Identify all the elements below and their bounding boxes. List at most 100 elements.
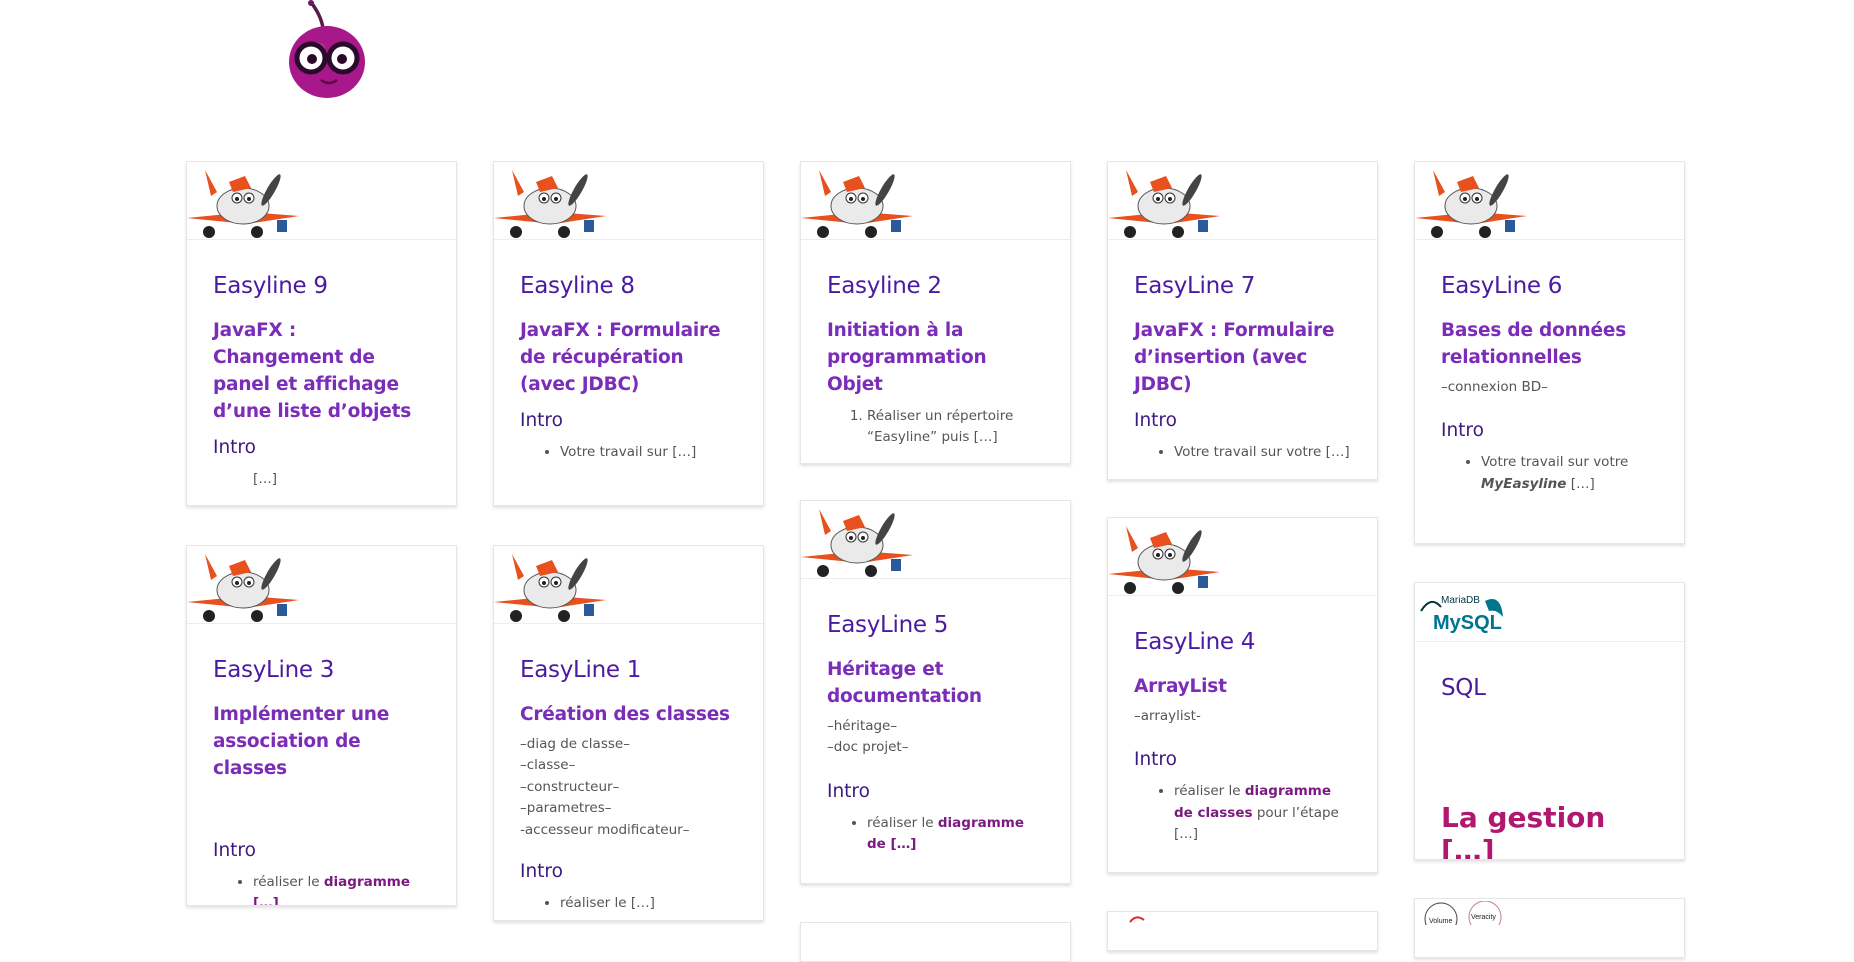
section-heading: Intro xyxy=(520,861,563,883)
post-subtitle[interactable]: JavaFX : Formulaire de récupération (ave… xyxy=(520,317,737,398)
post-subtitle[interactable]: Bases de données relationnelles xyxy=(1441,317,1658,371)
list-item: réaliser le diagramme de classes pour l’… xyxy=(1174,781,1351,846)
post-thumbnail[interactable]: MariaDB MySQL xyxy=(1415,583,1684,642)
post-card-partial[interactable] xyxy=(800,922,1071,962)
section-heading: Intro xyxy=(1441,420,1484,442)
list-item: réaliser le diagramme de […] xyxy=(867,813,1044,856)
excerpt-list: Réaliser un répertoire “Easyline” puis [… xyxy=(827,406,1044,449)
line: –parametres– xyxy=(520,800,612,817)
line: –héritage– xyxy=(827,717,898,734)
plane-mascot-icon xyxy=(1415,170,1527,238)
post-card-bigdata[interactable]: Volume Veracity xyxy=(1414,898,1685,958)
post-card-easyline-9[interactable]: Easyline 9 JavaFX : Changement de panel … xyxy=(186,161,457,506)
excerpt-list: Votre travail sur votre MyEasyline […] xyxy=(1441,452,1658,495)
post-thumbnail[interactable] xyxy=(187,546,456,624)
section-heading: Intro xyxy=(827,780,870,802)
plane-mascot-icon xyxy=(1108,526,1220,594)
list-item: Votre travail sur votre […] xyxy=(1174,442,1351,464)
excerpt-list: réaliser le diagramme […] xyxy=(213,872,430,905)
post-subtitle[interactable]: Création des classes xyxy=(520,701,737,728)
post-subtitle[interactable]: Implémenter une association de classes xyxy=(213,701,430,782)
excerpt-list: réaliser le diagramme de […] xyxy=(827,813,1044,856)
mariadb-logo-text: MariaDB xyxy=(1441,595,1480,606)
excerpt-list: réaliser le diagramme de classes pour l’… xyxy=(1134,781,1351,846)
line: –diag de classe– xyxy=(520,735,630,752)
java-logo-icon xyxy=(1129,916,1145,923)
section-heading: Intro xyxy=(1134,749,1177,771)
excerpt-list: Votre travail sur votre […] xyxy=(1134,442,1351,464)
section-heading: Intro xyxy=(520,409,563,431)
post-thumbnail[interactable] xyxy=(801,162,1070,240)
list-item-text: réaliser le xyxy=(1174,783,1245,800)
post-subtitle[interactable]: Héritage et documentation xyxy=(827,656,1044,710)
post-card-easyline-7[interactable]: EasyLine 7 JavaFX : Formulaire d’inserti… xyxy=(1107,161,1378,480)
diagram-label: Veracity xyxy=(1471,914,1496,921)
list-item-text: réaliser le xyxy=(253,873,324,890)
post-title[interactable]: SQL xyxy=(1441,675,1658,703)
post-lines: –héritage– –doc projet– xyxy=(827,716,1044,759)
post-thumbnail[interactable] xyxy=(1415,162,1684,240)
site-logo[interactable] xyxy=(285,0,369,100)
list-item-text: […] xyxy=(1566,475,1595,492)
plane-mascot-icon xyxy=(801,509,913,577)
plane-mascot-icon xyxy=(1108,170,1220,238)
post-card-easyline-5[interactable]: EasyLine 5 Héritage et documentation –hé… xyxy=(800,500,1071,884)
diagram-label: Volume xyxy=(1429,918,1452,925)
post-subtitle[interactable]: JavaFX : Changement de panel et affichag… xyxy=(213,317,430,425)
post-title[interactable]: EasyLine 3 xyxy=(213,657,430,685)
post-card-easyline-6[interactable]: EasyLine 6 Bases de données relationnell… xyxy=(1414,161,1685,544)
post-thumbnail[interactable] xyxy=(1108,162,1377,240)
post-note: –arraylist- xyxy=(1134,707,1201,724)
post-card-easyline-1[interactable]: EasyLine 1 Création des classes –diag de… xyxy=(493,545,764,921)
plane-mascot-icon xyxy=(801,170,913,238)
post-title[interactable]: EasyLine 5 xyxy=(827,612,1044,640)
excerpt-list: Votre travail sur […] xyxy=(520,442,737,464)
plane-mascot-icon xyxy=(187,554,299,622)
post-title[interactable]: Easyline 2 xyxy=(827,273,1044,301)
list-item: réaliser le […] xyxy=(560,893,737,915)
post-card-easyline-4[interactable]: EasyLine 4 ArrayList –arraylist- Intro r… xyxy=(1107,517,1378,873)
post-card-partial[interactable] xyxy=(1107,911,1378,951)
post-subtitle[interactable]: ArrayList xyxy=(1134,673,1351,700)
post-subtitle[interactable]: JavaFX : Formulaire d’insertion (avec JD… xyxy=(1134,317,1351,398)
post-highlight[interactable]: La gestion […] xyxy=(1441,801,1658,859)
post-title[interactable]: Easyline 8 xyxy=(520,273,737,301)
line: –doc projet– xyxy=(827,739,909,756)
post-title[interactable]: EasyLine 7 xyxy=(1134,273,1351,301)
mysql-logo-text: MySQL xyxy=(1433,612,1502,634)
list-item: Votre travail sur votre MyEasyline […] xyxy=(1481,452,1658,495)
post-thumbnail[interactable] xyxy=(187,162,456,240)
bigdata-diagram-icon: Volume Veracity xyxy=(1424,901,1502,925)
list-item-text: réaliser le xyxy=(867,814,938,831)
line: –classe– xyxy=(520,757,576,774)
post-lines: –diag de classe– –classe– –constructeur–… xyxy=(520,734,737,842)
excerpt-list: réaliser le […] xyxy=(520,893,737,915)
section-heading: Intro xyxy=(1134,409,1177,431)
post-card-easyline-8[interactable]: Easyline 8 JavaFX : Formulaire de récupé… xyxy=(493,161,764,506)
plane-mascot-icon xyxy=(494,554,606,622)
line: -accesseur modificateur– xyxy=(520,821,690,838)
post-title[interactable]: EasyLine 1 xyxy=(520,657,737,685)
section-heading: Intro xyxy=(213,436,256,458)
post-title[interactable]: EasyLine 6 xyxy=(1441,273,1658,301)
post-thumbnail[interactable] xyxy=(494,162,763,240)
post-excerpt: […] xyxy=(253,470,278,487)
post-title[interactable]: Easyline 9 xyxy=(213,273,430,301)
plane-mascot-icon xyxy=(494,170,606,238)
post-card-sql[interactable]: MariaDB MySQL SQL La gestion […] xyxy=(1414,582,1685,860)
post-title[interactable]: EasyLine 4 xyxy=(1134,629,1351,657)
post-card-easyline-2[interactable]: Easyline 2 Initiation à la programmation… xyxy=(800,161,1071,464)
post-subtitle[interactable]: Initiation à la programmation Objet xyxy=(827,317,1044,398)
plane-mascot-icon xyxy=(187,170,299,238)
list-item: Votre travail sur […] xyxy=(560,442,737,464)
post-thumbnail[interactable] xyxy=(1108,518,1377,596)
list-item-text: Votre travail sur votre xyxy=(1481,454,1629,471)
post-card-easyline-3[interactable]: EasyLine 3 Implémenter une association d… xyxy=(186,545,457,906)
line: –constructeur– xyxy=(520,778,620,795)
list-item: réaliser le diagramme […] xyxy=(253,872,430,905)
post-thumbnail[interactable] xyxy=(801,501,1070,579)
emphasis-text: MyEasyline xyxy=(1481,475,1567,492)
cherry-glasses-icon xyxy=(289,0,365,98)
post-note: –connexion BD– xyxy=(1441,378,1548,395)
post-thumbnail[interactable] xyxy=(494,546,763,624)
